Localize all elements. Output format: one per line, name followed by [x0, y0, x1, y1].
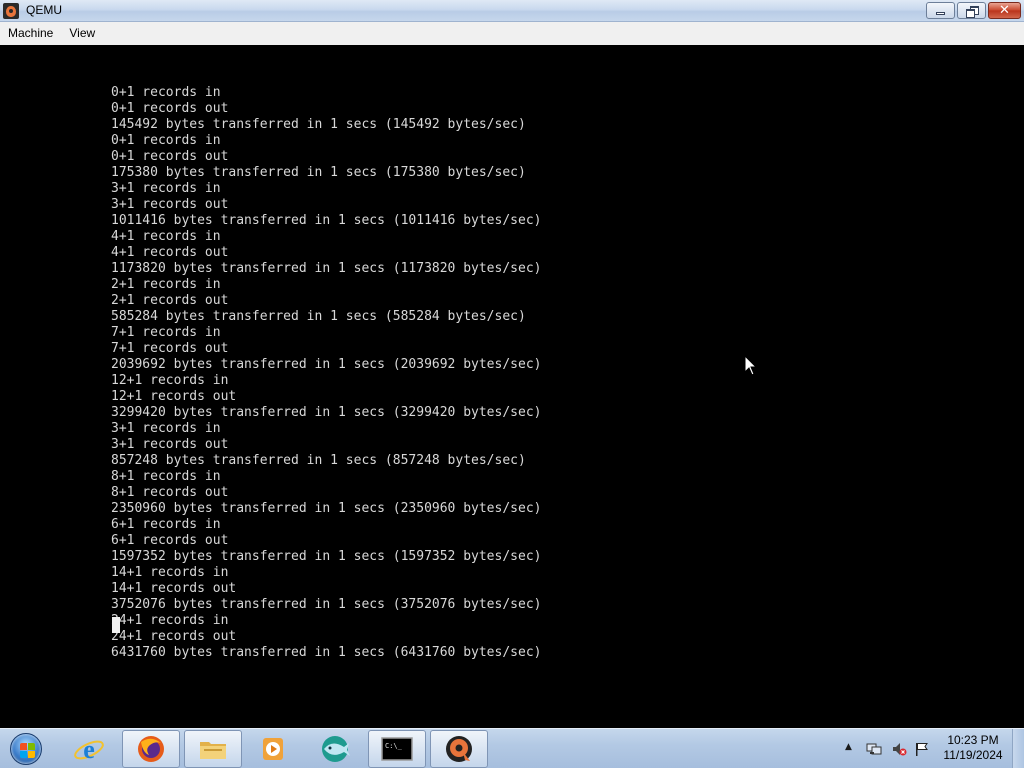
close-button[interactable]: ✕ — [988, 2, 1021, 19]
console-line: 2039692 bytes transferred in 1 secs (203… — [111, 357, 542, 372]
taskbar-qemu[interactable] — [430, 730, 488, 768]
command-prompt-icon: C:\_ — [381, 737, 413, 761]
console-line: 3752076 bytes transferred in 1 secs (375… — [111, 597, 542, 612]
console-line: 0+1 records in — [111, 133, 221, 148]
console-line: 0+1 records out — [111, 149, 229, 164]
volume-muted-icon[interactable] — [891, 741, 907, 757]
console-line: 3299420 bytes transferred in 1 secs (329… — [111, 405, 542, 420]
firefox-icon — [138, 736, 164, 762]
console-line: 6431760 bytes transferred in 1 secs (643… — [111, 645, 542, 660]
console-line: 12+1 records out — [111, 389, 237, 404]
console-line: 2350960 bytes transferred in 1 secs (235… — [111, 501, 542, 516]
console-line: 8+1 records in — [111, 469, 221, 484]
windows-logo-icon — [10, 733, 42, 765]
taskbar: e C:\_ ▲ 10:23 PM 11/19/2024 — [0, 728, 1024, 768]
taskbar-firefox[interactable] — [122, 730, 180, 768]
svg-text:e: e — [83, 735, 95, 764]
console-line: 14+1 records out — [111, 581, 237, 596]
internet-explorer-icon: e — [74, 735, 104, 764]
menu-view[interactable]: View — [61, 22, 103, 45]
minimize-button[interactable] — [926, 2, 955, 19]
console-line: 0+1 records in — [111, 85, 221, 100]
media-player-icon — [263, 738, 283, 760]
console-output: 0+1 records in 0+1 records out 145492 byte… — [111, 85, 541, 661]
clock-time: 10:23 PM — [947, 733, 999, 747]
window-title: QEMU — [26, 3, 62, 17]
menu-bar: Machine View — [0, 22, 1024, 45]
console-line: 7+1 records in — [111, 325, 221, 340]
console-line: 0+1 records out — [111, 101, 229, 116]
taskbar-clock[interactable]: 10:23 PM 11/19/2024 — [938, 733, 1008, 763]
show-desktop-button[interactable] — [1012, 729, 1024, 768]
mouse-pointer-icon — [744, 355, 757, 376]
console-line: 857248 bytes transferred in 1 secs (8572… — [111, 453, 526, 468]
clock-date: 11/19/2024 — [943, 748, 1003, 762]
restore-button[interactable] — [957, 2, 986, 19]
taskbar-media-player[interactable] — [244, 730, 302, 768]
console-line: 1173820 bytes transferred in 1 secs (117… — [111, 261, 542, 276]
console-line: 4+1 records out — [111, 245, 229, 260]
show-hidden-icons-arrow[interactable]: ▲ — [845, 742, 852, 752]
network-icon[interactable] — [866, 741, 882, 757]
menu-machine[interactable]: Machine — [0, 22, 61, 45]
console-line: 2+1 records out — [111, 293, 229, 308]
taskbar-file-explorer[interactable] — [184, 730, 242, 768]
action-center-flag-icon[interactable] — [914, 741, 930, 757]
taskbar-bluefish[interactable] — [306, 730, 364, 768]
console-line: 14+1 records in — [111, 565, 229, 580]
svg-text:C:\_: C:\_ — [385, 742, 403, 750]
console-line: 585284 bytes transferred in 1 secs (5852… — [111, 309, 526, 324]
taskbar-internet-explorer[interactable]: e — [60, 730, 118, 768]
console-line: 4+1 records in — [111, 229, 221, 244]
console-line: 24+1 records out — [111, 629, 237, 644]
console-line: 3+1 records in — [111, 421, 221, 436]
console-line: 3+1 records out — [111, 437, 229, 452]
vm-console-display[interactable]: 0+1 records in 0+1 records out 145492 byte… — [0, 45, 1024, 728]
console-line: 6+1 records out — [111, 533, 229, 548]
start-button[interactable] — [4, 731, 48, 767]
console-line: 145492 bytes transferred in 1 secs (1454… — [111, 117, 526, 132]
bluefish-icon — [322, 736, 350, 762]
qemu-icon — [446, 736, 472, 762]
qemu-app-icon[interactable] — [3, 3, 19, 19]
restore-icon — [965, 5, 979, 18]
file-explorer-icon — [200, 742, 226, 759]
minimize-icon — [936, 12, 945, 15]
console-line: 6+1 records in — [111, 517, 221, 532]
close-icon: ✕ — [999, 3, 1010, 18]
console-line: 1597352 bytes transferred in 1 secs (159… — [111, 549, 542, 564]
window-titlebar[interactable]: QEMU ✕ — [0, 0, 1024, 22]
console-line: 1011416 bytes transferred in 1 secs (101… — [111, 213, 542, 228]
console-line: 3+1 records in — [111, 181, 221, 196]
console-line: 12+1 records in — [111, 373, 229, 388]
console-line: 7+1 records out — [111, 341, 229, 356]
console-line: 24+1 records in — [111, 613, 229, 628]
text-cursor — [112, 617, 120, 633]
taskbar-command-prompt[interactable]: C:\_ — [368, 730, 426, 768]
console-line: 3+1 records out — [111, 197, 229, 212]
console-line: 175380 bytes transferred in 1 secs (1753… — [111, 165, 526, 180]
console-line: 2+1 records in — [111, 277, 221, 292]
console-line: 8+1 records out — [111, 485, 229, 500]
